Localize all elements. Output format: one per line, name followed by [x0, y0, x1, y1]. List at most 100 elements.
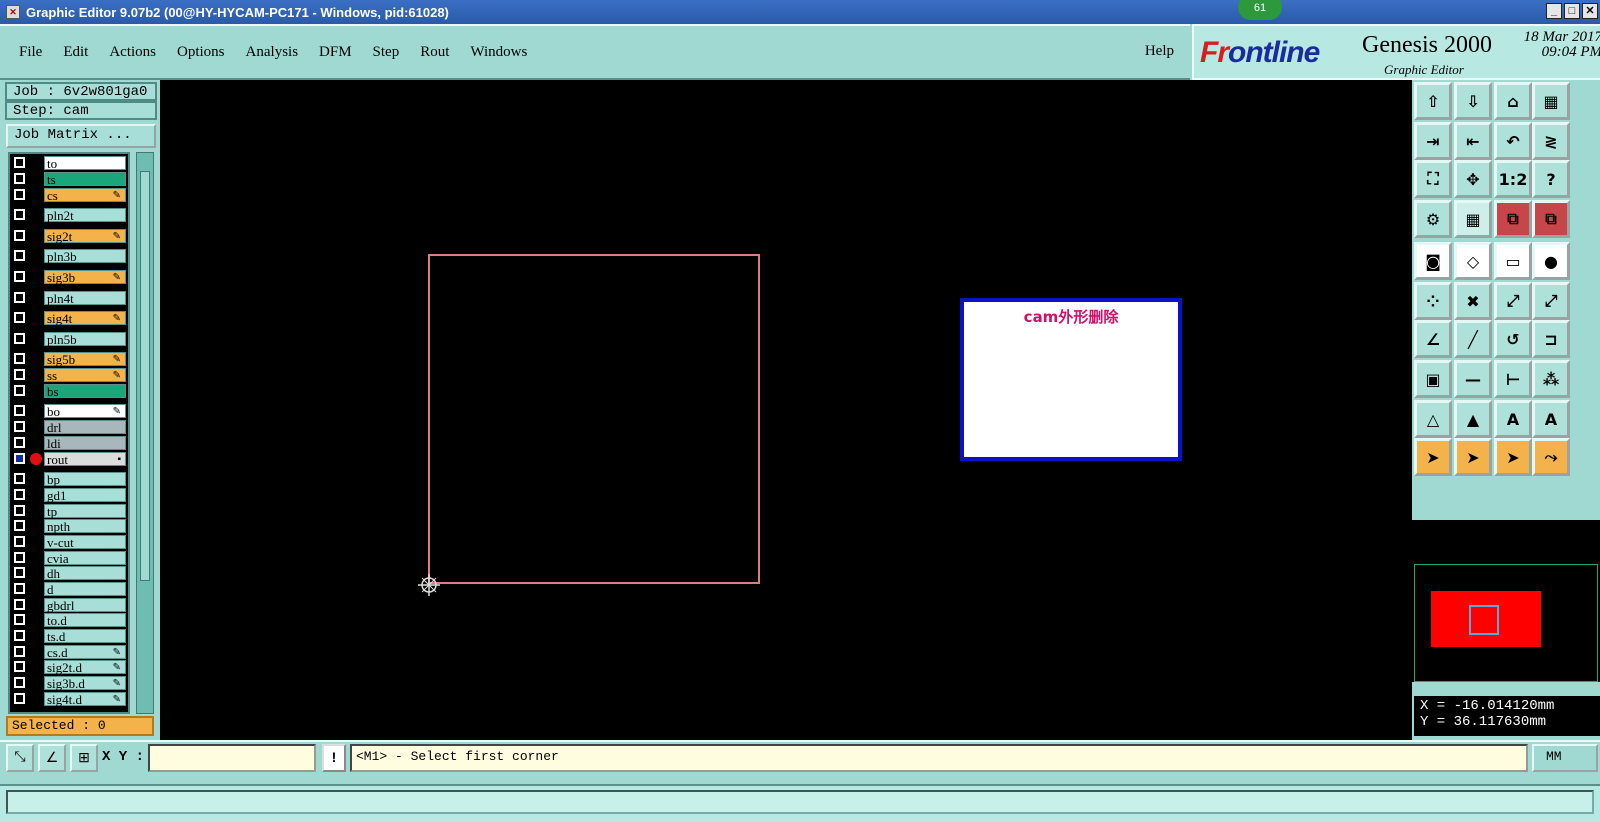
layer-name[interactable]: pln4t	[44, 291, 126, 306]
measure-button[interactable]: ⊢	[1494, 360, 1532, 398]
layer-row-cs[interactable]: cs ✎	[10, 188, 128, 203]
home-button[interactable]: ⌂	[1494, 82, 1532, 120]
menu-help[interactable]: Help	[1145, 43, 1174, 60]
scrollbar-thumb[interactable]	[140, 171, 150, 581]
pointer-button[interactable]: ➤	[1414, 438, 1452, 476]
line-button[interactable]: ∠	[1414, 320, 1452, 358]
menu-options[interactable]: Options	[177, 44, 225, 61]
pointer-box-button[interactable]: ➤	[1454, 438, 1492, 476]
menu-step[interactable]: Step	[373, 44, 400, 61]
ruler-button[interactable]: ▭	[1494, 242, 1532, 280]
layer-name[interactable]: bo ✎	[44, 404, 126, 419]
layer-checkbox[interactable]	[14, 292, 25, 303]
layer-row-gd1[interactable]: gd1	[10, 488, 128, 503]
snap-button[interactable]: ≷	[1532, 122, 1570, 160]
menu-actions[interactable]: Actions	[109, 44, 156, 61]
net-button[interactable]: ⁘	[1414, 282, 1452, 320]
snap-mode-button[interactable]: ⤡	[6, 744, 34, 772]
bracket-button[interactable]: ⊐	[1532, 320, 1570, 358]
cluster-button[interactable]: ⁂	[1532, 360, 1570, 398]
angle-mode-button[interactable]: ∠	[38, 744, 66, 772]
layer-checkbox[interactable]	[14, 661, 25, 672]
layer-row-pln2t[interactable]: pln2t	[10, 208, 128, 223]
layer-checkbox[interactable]	[14, 583, 25, 594]
layer-checkbox[interactable]	[14, 599, 25, 610]
layers-red2-button[interactable]: ⧉	[1532, 200, 1570, 238]
layer-checkbox[interactable]	[14, 567, 25, 578]
zoom-fit-button[interactable]: ⛶	[1414, 160, 1452, 198]
triangle-button[interactable]: △	[1414, 400, 1452, 438]
layer-row-gbdrl[interactable]: gbdrl	[10, 598, 128, 613]
layer-name[interactable]: pln5b	[44, 332, 126, 347]
layer-name[interactable]: drl	[44, 420, 126, 435]
layer-row-sig5b[interactable]: sig5b ✎	[10, 352, 128, 367]
undo-button[interactable]: ↶	[1494, 122, 1532, 160]
layer-name[interactable]: npth	[44, 519, 126, 534]
layer-checkbox[interactable]	[14, 189, 25, 200]
layer-checkbox[interactable]	[14, 552, 25, 563]
layer-checkbox[interactable]	[14, 646, 25, 657]
layer-row-ts.d[interactable]: ts.d	[10, 629, 128, 644]
layer-row-to.d[interactable]: to.d	[10, 613, 128, 628]
layer-row-bs[interactable]: bs	[10, 384, 128, 399]
layer-name[interactable]: sig4t.d ✎	[44, 692, 126, 707]
layer-row-ts[interactable]: ts	[10, 172, 128, 187]
alert-button[interactable]: !	[322, 744, 346, 772]
layer-checkbox[interactable]	[14, 353, 25, 364]
layer-checkbox[interactable]	[14, 473, 25, 484]
grid-mode-button[interactable]: ⊞	[70, 744, 98, 772]
arc-button[interactable]: ↺	[1494, 320, 1532, 358]
layer-name[interactable]: ts	[44, 172, 126, 187]
layer-row-ldi[interactable]: ldi	[10, 436, 128, 451]
layer-name[interactable]: to	[44, 156, 126, 171]
layer-name[interactable]: to.d	[44, 613, 126, 628]
layer-scrollbar[interactable]	[136, 152, 154, 714]
maximize-button[interactable]: □	[1564, 3, 1580, 19]
layer-row-d[interactable]: d	[10, 582, 128, 597]
layer-checkbox[interactable]	[14, 630, 25, 641]
layer-name[interactable]: bs	[44, 384, 126, 399]
layer-checkbox[interactable]	[14, 489, 25, 500]
layer-checkbox[interactable]	[14, 271, 25, 282]
menu-edit[interactable]: Edit	[63, 44, 88, 61]
minimize-button[interactable]: _	[1546, 3, 1562, 19]
overview-map[interactable]	[1414, 564, 1598, 682]
layer-checkbox[interactable]	[14, 312, 25, 323]
line2-button[interactable]: ╱	[1454, 320, 1492, 358]
layer-checkbox[interactable]	[14, 520, 25, 531]
help-button[interactable]: ?	[1532, 160, 1570, 198]
layer-name[interactable]: sig5b ✎	[44, 352, 126, 367]
layer-row-sig3b.d[interactable]: sig3b.d ✎	[10, 676, 128, 691]
layer-row-bp[interactable]: bp	[10, 472, 128, 487]
connect-button[interactable]: ⤢	[1494, 282, 1532, 320]
layer-checkbox[interactable]	[14, 250, 25, 261]
cross-button[interactable]: ✖	[1454, 282, 1492, 320]
layer-name[interactable]: tp	[44, 504, 126, 519]
layer-row-pln5b[interactable]: pln5b	[10, 332, 128, 347]
layer-row-ss[interactable]: ss ✎	[10, 368, 128, 383]
menu-windows[interactable]: Windows	[470, 44, 527, 61]
layer-row-sig2t.d[interactable]: sig2t.d ✎	[10, 660, 128, 675]
layer-checkbox[interactable]	[14, 453, 25, 464]
layers-red-button[interactable]: ⧉	[1494, 200, 1532, 238]
layer-name[interactable]: pln3b	[44, 249, 126, 264]
units-select[interactable]: MM	[1532, 744, 1598, 772]
layer-checkbox[interactable]	[14, 209, 25, 220]
ratio-button[interactable]: 1:2	[1494, 160, 1532, 198]
layer-row-dh[interactable]: dh	[10, 566, 128, 581]
layer-row-cs.d[interactable]: cs.d ✎	[10, 645, 128, 660]
graphic-canvas[interactable]: cam外形删除	[160, 80, 1412, 740]
layer-checkbox[interactable]	[14, 437, 25, 448]
layer-name[interactable]: ldi	[44, 436, 126, 451]
xy-input[interactable]	[148, 744, 316, 772]
close-button[interactable]: ✕	[1582, 3, 1598, 19]
menu-dfm[interactable]: DFM	[319, 44, 352, 61]
layer-name[interactable]: d	[44, 582, 126, 597]
layer-name[interactable]: gd1	[44, 488, 126, 503]
layer-name[interactable]: sig3b ✎	[44, 270, 126, 285]
zoom-center-button[interactable]: ✥	[1454, 160, 1492, 198]
layer-row-sig4t[interactable]: sig4t ✎	[10, 311, 128, 326]
layer-name[interactable]: cs ✎	[44, 188, 126, 203]
layer-row-sig3b[interactable]: sig3b ✎	[10, 270, 128, 285]
layer-name[interactable]: ts.d	[44, 629, 126, 644]
